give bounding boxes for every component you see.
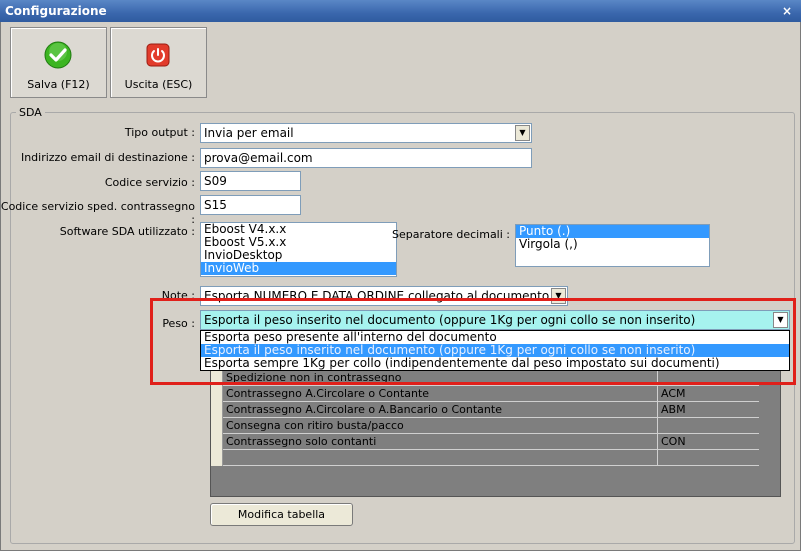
table-cell: ACM xyxy=(661,387,686,400)
save-button-label: Salva (F12) xyxy=(27,78,90,91)
table-cell: ABM xyxy=(661,403,686,416)
table-row[interactable] xyxy=(223,450,759,466)
exit-button-label: Uscita (ESC) xyxy=(124,78,193,91)
power-icon xyxy=(146,43,170,67)
email-label: Indirizzo email di destinazione : xyxy=(20,151,195,164)
table-cell xyxy=(658,450,759,466)
title-bar: Configurazione × xyxy=(0,0,801,22)
codice-servizio-value: S09 xyxy=(204,174,227,188)
exit-button[interactable]: Uscita (ESC) xyxy=(110,27,207,98)
table-row[interactable]: Consegna con ritiro busta/pacco xyxy=(223,418,759,434)
codice-contrassegno-field[interactable]: S15 xyxy=(200,195,301,215)
table-cell: Contrassegno solo contanti xyxy=(223,434,658,450)
table-cell: Contrassegno A.Circolare o A.Bancario o … xyxy=(223,402,658,418)
modifica-tabella-button[interactable]: Modifica tabella xyxy=(210,503,353,526)
list-item[interactable]: InvioWeb xyxy=(201,262,396,275)
annotation-highlight xyxy=(150,298,796,385)
separatore-label: Separatore decimali : xyxy=(392,228,510,241)
tipo-output-value: Invia per email xyxy=(204,126,294,140)
window-title: Configurazione xyxy=(5,4,107,18)
software-label: Software SDA utilizzato : xyxy=(59,225,195,238)
codice-contrassegno-label: Codice servizio sped. contrassegno : xyxy=(0,200,195,226)
separatore-listbox[interactable]: Punto (.) Virgola (,) xyxy=(515,224,710,267)
table-cell: CON xyxy=(661,435,686,448)
codice-contrassegno-value: S15 xyxy=(204,198,227,212)
save-button[interactable]: Salva (F12) xyxy=(10,27,107,98)
table-cell: Consegna con ritiro busta/pacco xyxy=(223,418,658,434)
codice-servizio-field[interactable]: S09 xyxy=(200,171,301,191)
table-cell xyxy=(223,450,658,466)
codice-servizio-label: Codice servizio : xyxy=(104,176,195,189)
table-cell xyxy=(658,418,759,434)
close-icon[interactable]: × xyxy=(779,3,795,19)
check-icon xyxy=(44,41,72,69)
table-row[interactable]: Contrassegno A.Circolare o A.Bancario o … xyxy=(223,402,759,418)
email-value: prova@email.com xyxy=(204,151,313,165)
tipo-output-label: Tipo output : xyxy=(124,126,195,139)
table-row[interactable]: Contrassegno A.Circolare o Contante ACM xyxy=(223,386,759,402)
chevron-down-icon[interactable]: ▼ xyxy=(515,125,530,141)
email-field[interactable]: prova@email.com xyxy=(200,148,532,168)
table-cell: Contrassegno A.Circolare o Contante xyxy=(223,386,658,402)
table-row[interactable]: Contrassegno solo contanti CON xyxy=(223,434,759,450)
tipo-output-select[interactable]: Invia per email ▼ xyxy=(200,123,532,143)
list-item[interactable]: Virgola (,) xyxy=(516,238,709,251)
software-listbox[interactable]: Eboost V4.x.x Eboost V5.x.x InvioDesktop… xyxy=(200,222,397,277)
sda-group-title: SDA xyxy=(16,106,45,119)
